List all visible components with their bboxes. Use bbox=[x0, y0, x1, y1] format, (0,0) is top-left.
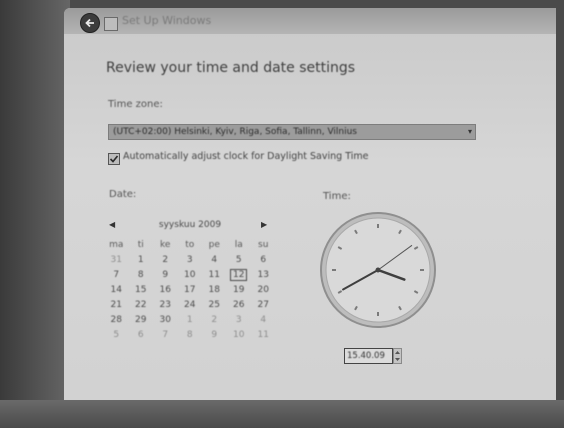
window-titlebar: Set Up Windows bbox=[64, 8, 556, 34]
calendar-day[interactable]: 30 bbox=[153, 313, 178, 328]
calendar-weekday-label: ke bbox=[160, 240, 171, 250]
calendar-day[interactable]: 8 bbox=[178, 328, 203, 343]
calendar-day[interactable]: 17 bbox=[178, 283, 203, 298]
calendar-day[interactable]: 27 bbox=[251, 298, 276, 313]
date-label: Date: bbox=[109, 189, 137, 200]
calendar-weekday-label: ma bbox=[109, 240, 124, 250]
calendar-week-row: 5 6 7 8 9 10 11 bbox=[104, 328, 276, 343]
calendar-week-row: 7 8 9 10 11 12 13 bbox=[104, 268, 276, 283]
calendar-day[interactable]: 1 bbox=[178, 313, 203, 328]
calendar-day[interactable]: 5 bbox=[104, 328, 129, 343]
clock-center-pin bbox=[375, 267, 381, 273]
time-zone-value: (UTC+02:00) Helsinki, Kyiv, Riga, Sofia,… bbox=[113, 127, 357, 137]
calendar-day[interactable]: 4 bbox=[202, 253, 227, 268]
calendar-day[interactable]: 4 bbox=[251, 313, 276, 328]
calendar-day[interactable]: 10 bbox=[227, 328, 252, 343]
calendar-day[interactable]: 7 bbox=[104, 268, 129, 283]
calendar-day[interactable]: 1 bbox=[129, 253, 154, 268]
chevron-down-icon[interactable]: ▾ bbox=[468, 125, 472, 139]
calendar-day[interactable]: 7 bbox=[153, 328, 178, 343]
calendar-week-row: 21 22 23 24 25 26 27 bbox=[104, 298, 276, 313]
photo-background-left bbox=[0, 0, 70, 428]
calendar-day[interactable]: 9 bbox=[202, 328, 227, 343]
calendar-day[interactable]: 2 bbox=[202, 313, 227, 328]
calendar-weekday-label: su bbox=[258, 240, 269, 250]
calendar-day[interactable]: 15 bbox=[129, 283, 154, 298]
checkmark-icon bbox=[109, 155, 119, 163]
calendar-day[interactable]: 21 bbox=[104, 298, 129, 313]
calendar-day[interactable]: 3 bbox=[227, 313, 252, 328]
time-value: 15.40.09 bbox=[347, 351, 385, 361]
calendar-day[interactable]: 16 bbox=[153, 283, 178, 298]
calendar-grid: ma ti ke to pe la su 31 1 2 3 4 5 6 7 8 9 10 11 12 13 14 15 16 1… bbox=[104, 238, 276, 343]
setup-wizard-icon bbox=[104, 17, 118, 31]
calendar-day[interactable]: 9 bbox=[153, 268, 178, 283]
calendar-weekday-label: pe bbox=[208, 240, 220, 250]
window-title: Set Up Windows bbox=[122, 14, 212, 27]
setup-window: Set Up Windows Review your time and date… bbox=[64, 8, 556, 400]
page-title: Review your time and date settings bbox=[106, 60, 356, 76]
calendar-day[interactable]: 26 bbox=[227, 298, 252, 313]
calendar-day[interactable]: 3 bbox=[178, 253, 203, 268]
calendar-month-label[interactable]: syyskuu 2009 bbox=[140, 220, 240, 230]
calendar-day[interactable]: 31 bbox=[104, 253, 129, 268]
dst-label: Automatically adjust clock for Daylight … bbox=[123, 151, 369, 162]
calendar-day[interactable]: 23 bbox=[153, 298, 178, 313]
triangle-left-icon[interactable]: ◀ bbox=[109, 220, 115, 229]
calendar-day[interactable]: 10 bbox=[178, 268, 203, 283]
calendar-day[interactable]: 22 bbox=[129, 298, 154, 313]
triangle-right-icon[interactable]: ▶ bbox=[261, 220, 267, 229]
calendar-day[interactable]: 6 bbox=[251, 253, 276, 268]
calendar-weekday-label: to bbox=[185, 240, 195, 250]
calendar-day[interactable]: 19 bbox=[227, 283, 252, 298]
time-zone-dropdown[interactable]: (UTC+02:00) Helsinki, Kyiv, Riga, Sofia,… bbox=[108, 124, 476, 140]
back-arrow-icon[interactable] bbox=[80, 13, 100, 33]
calendar-day[interactable]: 13 bbox=[251, 268, 276, 283]
calendar-day[interactable]: 5 bbox=[227, 253, 252, 268]
dst-checkbox[interactable] bbox=[108, 153, 120, 165]
calendar-day[interactable]: 6 bbox=[129, 328, 154, 343]
calendar-weekday-label: ti bbox=[137, 240, 144, 250]
time-label: Time: bbox=[323, 191, 351, 202]
calendar-day-selected[interactable]: 12 bbox=[227, 268, 252, 283]
calendar-day[interactable]: 11 bbox=[202, 268, 227, 283]
time-input[interactable]: 15.40.09 bbox=[344, 348, 393, 364]
calendar: ◀ syyskuu 2009 ▶ ma ti ke to pe la su 31 1 2 3 4 5 6 7… bbox=[104, 218, 276, 354]
calendar-day[interactable]: 29 bbox=[129, 313, 154, 328]
calendar-day[interactable]: 25 bbox=[202, 298, 227, 313]
analog-clock bbox=[320, 212, 436, 328]
photo-background-bottom bbox=[0, 400, 564, 428]
calendar-day[interactable]: 28 bbox=[104, 313, 129, 328]
time-zone-label: Time zone: bbox=[108, 99, 163, 110]
calendar-day[interactable]: 11 bbox=[251, 328, 276, 343]
calendar-day[interactable]: 20 bbox=[251, 283, 276, 298]
calendar-week-row: 14 15 16 17 18 19 20 bbox=[104, 283, 276, 298]
calendar-weekday-row: ma ti ke to pe la su bbox=[104, 238, 276, 253]
calendar-week-row: 31 1 2 3 4 5 6 bbox=[104, 253, 276, 268]
calendar-day[interactable]: 8 bbox=[129, 268, 154, 283]
calendar-day[interactable]: 18 bbox=[202, 283, 227, 298]
calendar-weekday-label: la bbox=[234, 240, 243, 250]
time-spinner[interactable] bbox=[393, 348, 402, 364]
calendar-day[interactable]: 14 bbox=[104, 283, 129, 298]
calendar-week-row: 28 29 30 1 2 3 4 bbox=[104, 313, 276, 328]
calendar-day[interactable]: 24 bbox=[178, 298, 203, 313]
calendar-day[interactable]: 2 bbox=[153, 253, 178, 268]
spinner-arrows-icon bbox=[395, 351, 400, 361]
